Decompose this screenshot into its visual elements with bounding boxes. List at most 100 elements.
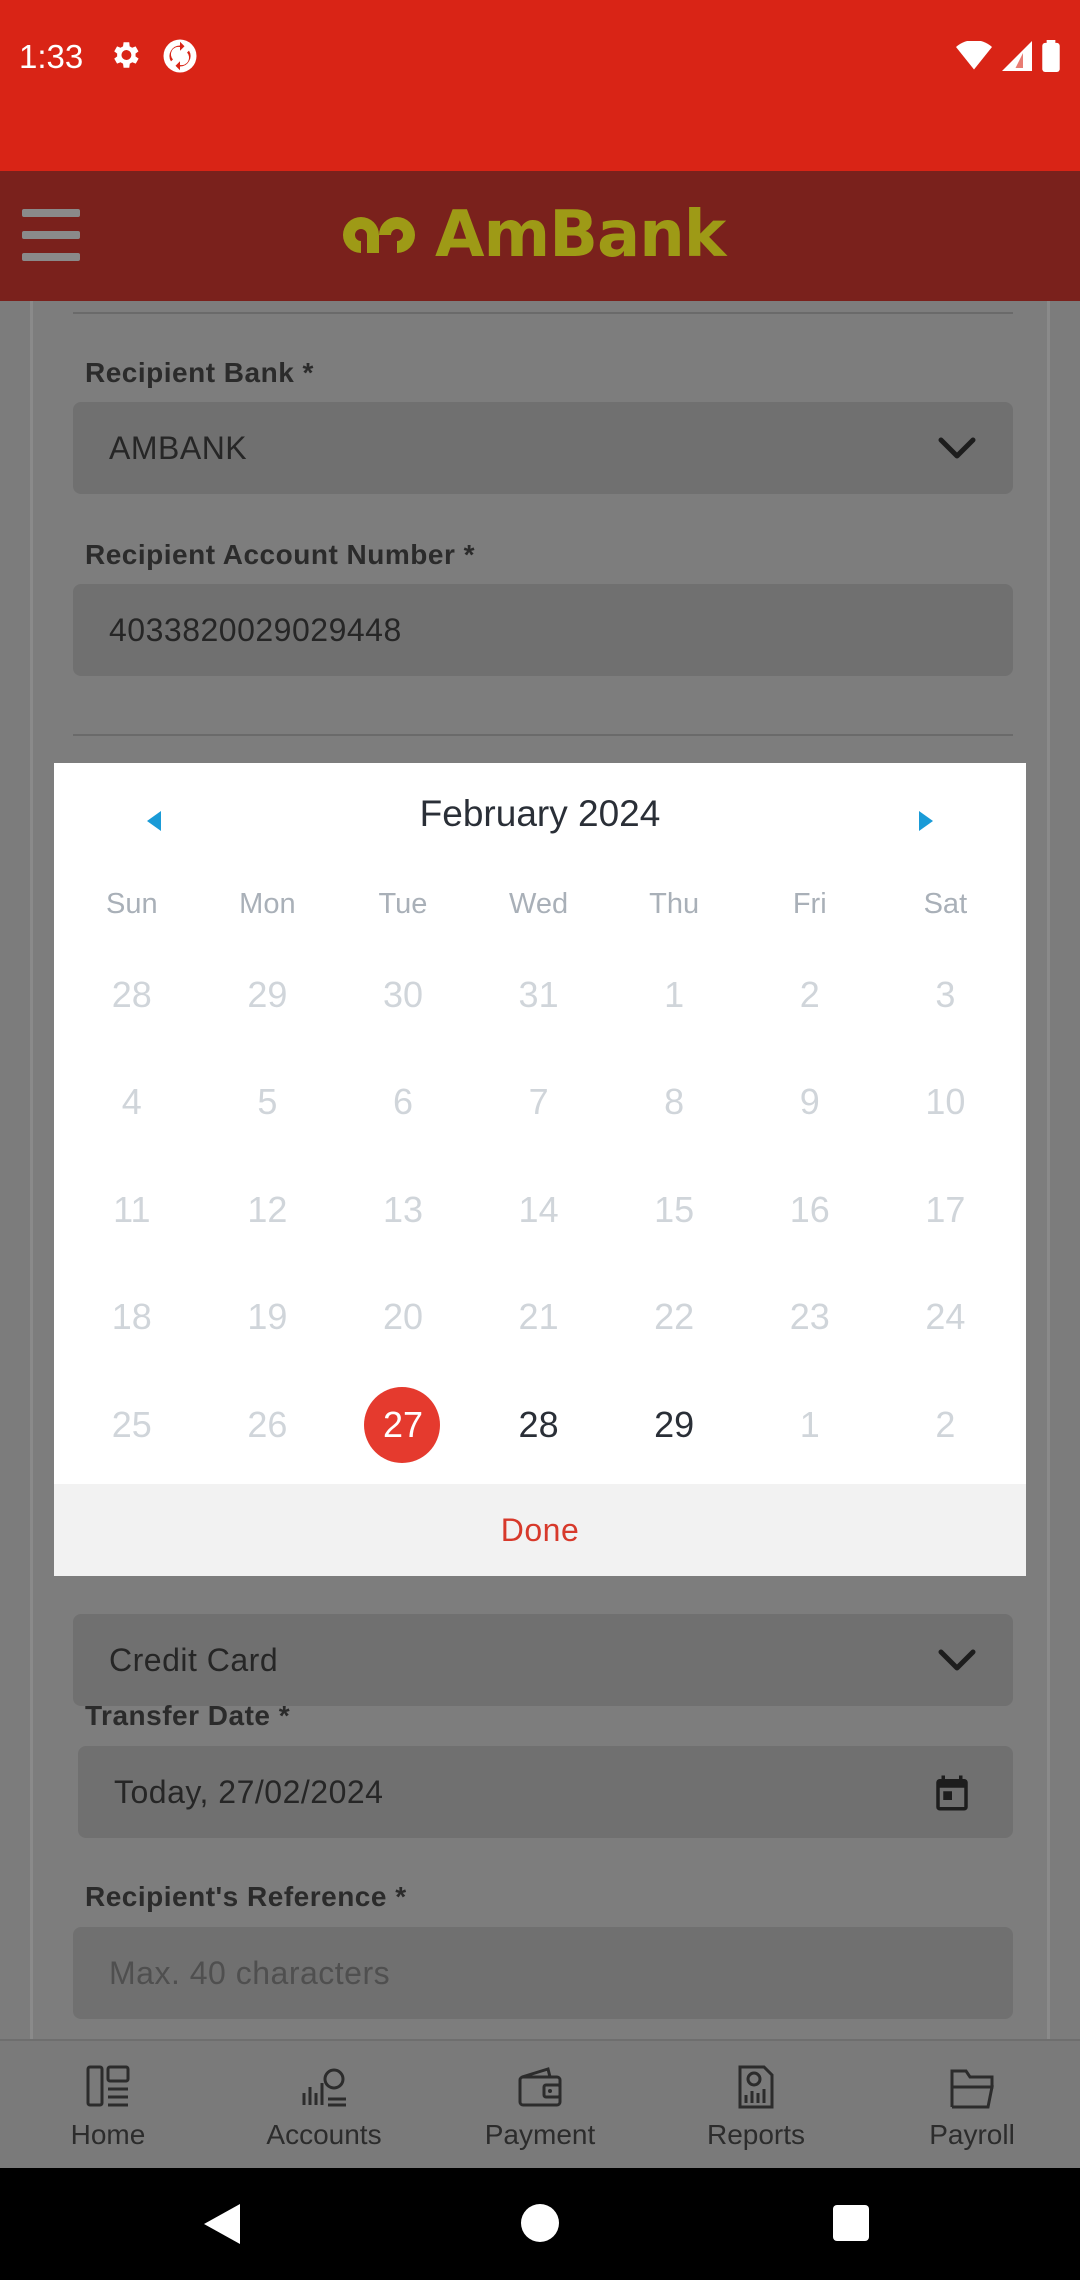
calendar-day: 4 (121, 1081, 142, 1123)
calendar-day: 2 (799, 973, 820, 1015)
calendar-day: 25 (111, 1403, 152, 1445)
weekday-label: Wed (509, 888, 569, 920)
bottom-nav: Home Accounts Payment Reports Payroll (0, 2039, 1080, 2168)
transfer-date-field[interactable]: Today, 27/02/2024 (78, 1746, 1013, 1838)
status-right-icons (956, 40, 1060, 72)
home-icon (86, 2065, 130, 2106)
nav-accounts[interactable]: Accounts (216, 2041, 432, 2168)
calendar-week: 25 26 27 28 29 1 2 (64, 1371, 1014, 1479)
recipient-reference-placeholder: Max. 40 characters (109, 1955, 391, 1991)
nav-payment[interactable]: Payment (432, 2041, 648, 2168)
calendar-day: 13 (382, 1188, 423, 1230)
system-nav-bar (0, 2168, 1080, 2280)
menu-icon[interactable] (22, 209, 80, 261)
app-bar: AmBank (0, 171, 1080, 301)
sync-icon (163, 39, 197, 73)
calendar-day: 18 (111, 1296, 152, 1338)
calendar-day[interactable]: 28 (471, 1387, 607, 1463)
nav-payroll-label: Payroll (929, 2118, 1015, 2150)
calendar-day: 16 (789, 1188, 830, 1230)
settings-icon (114, 42, 139, 68)
signal-icon (1002, 41, 1032, 71)
calendar-day: 20 (382, 1296, 423, 1338)
calendar-day: 5 (257, 1081, 278, 1123)
calendar-day: 21 (518, 1296, 559, 1338)
wallet-icon (518, 2066, 562, 2106)
calendar-day: 19 (247, 1296, 288, 1338)
reports-icon (738, 2065, 774, 2108)
calendar-icon[interactable] (931, 1772, 973, 1814)
calendar-day: 1 (664, 973, 685, 1015)
calendar-day: 17 (925, 1188, 966, 1230)
payroll-icon (950, 2069, 994, 2108)
calendar-day: 3 (935, 973, 956, 1015)
calendar-day: 12 (247, 1188, 288, 1230)
calendar-day: 10 (925, 1081, 966, 1123)
calendar-day: 9 (799, 1081, 820, 1123)
calendar-week: 18 19 20 21 22 23 24 (64, 1264, 1014, 1372)
payment-type-value: Credit Card (109, 1642, 279, 1678)
calendar-day: 31 (518, 973, 559, 1015)
calendar-day: 23 (789, 1296, 830, 1338)
calendar-day: 6 (392, 1081, 413, 1123)
recipient-reference-field[interactable]: Max. 40 characters (73, 1927, 1013, 2019)
calendar-week: 28 29 30 31 1 2 3 (64, 941, 1014, 1049)
month-title: February 2024 (419, 793, 661, 834)
weekday-label: Mon (239, 888, 296, 920)
home-button-icon[interactable] (521, 2204, 559, 2242)
calendar-day: 15 (654, 1188, 695, 1230)
recipient-reference-label: Recipient's Reference * (85, 1881, 407, 1912)
nav-payment-label: Payment (484, 2118, 596, 2150)
payment-type-select[interactable]: Credit Card (73, 1614, 1013, 1706)
nav-home-label: Home (70, 2118, 146, 2150)
nav-reports[interactable]: Reports (648, 2041, 864, 2168)
calendar-day: 2 (935, 1403, 956, 1445)
calendar-day: 28 (111, 973, 152, 1015)
calendar-day: 11 (113, 1188, 151, 1230)
battery-icon (1042, 40, 1060, 72)
status-time: 1:33 (19, 38, 84, 75)
calendar-week: 11 12 13 14 15 16 17 (64, 1156, 1014, 1264)
calendar-day-selected[interactable]: 27 (335, 1386, 471, 1463)
accounts-icon (302, 2068, 346, 2106)
weekday-label: Sun (105, 888, 158, 920)
recipient-account-field[interactable]: 4033820029029448 (73, 584, 1013, 676)
nav-accounts-label: Accounts (266, 2118, 382, 2150)
calendar-grid: 28 29 30 31 1 2 3 4 5 6 7 8 9 10 11 12 1… (64, 941, 1014, 1479)
calendar-day: 8 (664, 1081, 685, 1123)
calendar-week: 4 5 6 7 8 9 10 (64, 1049, 1014, 1157)
wifi-icon (956, 41, 992, 70)
recipient-bank-value: AMBANK (109, 430, 248, 466)
done-button[interactable]: Done (501, 1512, 580, 1549)
weekday-header: Sun Mon Tue Wed Thu Fri Sat (54, 888, 1026, 921)
back-icon[interactable] (202, 2202, 242, 2246)
recipient-account-label: Recipient Account Number * (85, 539, 476, 570)
calendar-day: 24 (925, 1296, 966, 1338)
calendar-day: 14 (518, 1188, 559, 1230)
next-month-icon[interactable] (906, 801, 946, 841)
recipient-account-value: 4033820029029448 (109, 612, 402, 648)
brand-logo: AmBank (333, 198, 726, 272)
status-bar: 1:33 (0, 0, 1080, 171)
status-left-icons (108, 38, 198, 74)
ambank-logo-icon (343, 217, 415, 253)
transfer-date-value: Today, 27/02/2024 (114, 1774, 384, 1810)
divider (73, 734, 1013, 736)
weekday-label: Fri (792, 888, 827, 920)
weekday-label: Thu (649, 888, 700, 920)
divider (73, 312, 1013, 314)
chevron-down-icon (938, 1649, 976, 1671)
recents-icon[interactable] (833, 2205, 869, 2241)
nav-payroll[interactable]: Payroll (864, 2041, 1080, 2168)
nav-home[interactable]: Home (0, 2041, 216, 2168)
calendar-day[interactable]: 29 (606, 1387, 742, 1463)
chevron-down-icon (938, 437, 976, 459)
recipient-bank-select[interactable]: AMBANK (73, 402, 1013, 494)
date-picker-footer: Done (54, 1484, 1026, 1576)
calendar-day: 29 (247, 973, 288, 1015)
calendar-day: 26 (247, 1403, 288, 1445)
date-picker: February 2024 Sun Mon Tue Wed Thu Fri Sa… (54, 763, 1026, 1576)
recipient-bank-label: Recipient Bank * (85, 357, 314, 388)
weekday-label: Sat (923, 888, 968, 920)
weekday-label: Tue (378, 888, 428, 920)
